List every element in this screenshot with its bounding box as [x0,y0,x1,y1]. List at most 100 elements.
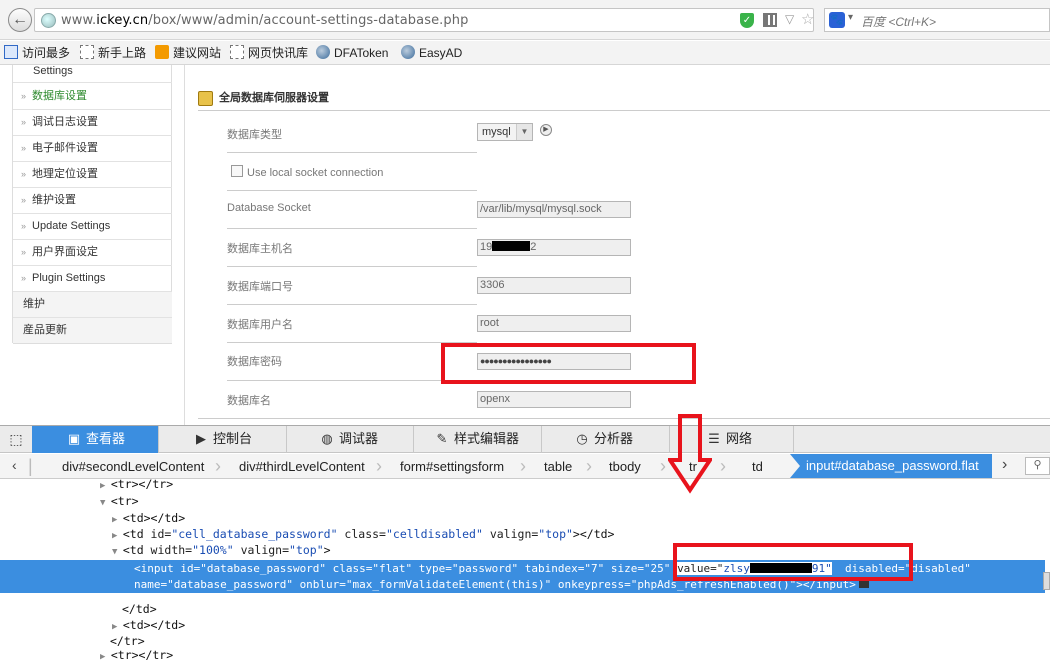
sidebar-item-email[interactable]: » 电子邮件设置 [13,136,172,162]
sidebar-icon [4,45,18,59]
bookmark-suggested-sites[interactable]: 建议网站 [155,45,221,62]
code-line[interactable]: ▼ <tr> [100,493,139,509]
globe-icon [316,45,330,59]
db-type-label: 数据库类型 [227,129,282,141]
scrollbar[interactable] [1043,572,1050,590]
sidebar-item-user-interface[interactable]: » 用户界面设定 [13,240,172,266]
sidebar-item-settings[interactable]: Settings [13,65,172,83]
code-line[interactable]: </td> [122,601,157,617]
qr-code-icon[interactable] [763,13,777,27]
sidebar-item-database[interactable]: » 数据库设置 [13,84,172,110]
db-socket-field[interactable]: /var/lib/mysql/mysql.sock [477,201,631,218]
chevron-down-icon[interactable]: ▽ [785,12,794,26]
code-text: <input id="database_password" class="fla… [134,562,671,575]
bullet-icon: » [21,195,27,205]
attr-value: "cell_database_password" [171,527,338,541]
divider [198,110,1050,111]
sidebar-item-plugin-settings[interactable]: » Plugin Settings [13,266,172,292]
breadcrumb-item[interactable]: div#secondLevelContent [62,459,204,474]
breadcrumb-item[interactable]: form#settingsform [400,459,504,474]
bookmark-label: 新手上路 [98,46,147,60]
sidebar-item-label: Plugin Settings [32,272,106,284]
tab-inspector[interactable]: ▣ 查看器 [32,426,159,453]
breadcrumb-item[interactable]: td [752,459,763,474]
attr-value: "top" [538,527,573,541]
code-line[interactable]: ▶ <td></td> [112,617,185,633]
tab-console[interactable]: ▶ 控制台 [159,426,287,453]
bullet-icon: » [21,143,27,153]
db-name-field[interactable]: openx [477,391,631,408]
url-input[interactable]: www.ickey.cn/box/www/admin/account-setti… [34,8,814,32]
code-text: ></td> [572,527,615,541]
bookmark-easyad[interactable]: EasyAD [401,45,462,62]
bookmark-web-slice-gallery[interactable]: 网页快讯库 [230,45,308,62]
chevron-right-icon[interactable]: › [1002,456,1007,474]
sidebar-item-debug-log[interactable]: » 调试日志设置 [13,110,172,136]
search-icon[interactable]: ⚲ [1025,457,1050,475]
code-line[interactable]: ▶ <td></td> [112,510,185,526]
code-text: <td [122,527,151,541]
breadcrumb-item[interactable]: div#thirdLevelContent [239,459,365,474]
breadcrumb-separator: › [376,456,382,476]
tab-style-editor[interactable]: ✎ 样式编辑器 [414,426,542,453]
attr-name: valign= [482,527,539,541]
chevron-down-icon[interactable]: ▾ [848,12,853,23]
attr-name: class= [337,527,386,541]
bookmark-dfatoken[interactable]: DFAToken [316,45,388,62]
paw-icon[interactable]: 🐾 [829,12,845,28]
console-icon: ▶ [196,431,206,446]
db-user-field[interactable]: root [477,315,631,332]
socket-checkbox[interactable] [231,165,243,177]
sidebar-item-maintenance-settings[interactable]: » 维护设置 [13,188,172,214]
help-icon[interactable]: ▶ [540,124,552,136]
row-divider [227,266,477,267]
expand-triangle-icon[interactable]: ▶ [112,622,123,632]
element-picker-icon[interactable]: ⬚ [0,426,32,453]
code-line[interactable]: ▶ <tr></tr> [100,647,173,663]
sidebar-item-update-settings[interactable]: » Update Settings [13,214,172,240]
breadcrumb-item[interactable]: tbody [609,459,641,474]
db-port-label: 数据库端口号 [227,281,293,293]
code-line[interactable]: ▼ <td width="100%" valign="top"> [112,542,331,558]
breadcrumb-separator: | [28,456,33,476]
db-type-select[interactable]: mysql ▼ [477,123,533,141]
search-input[interactable]: 🐾 ▾ 百度 <Ctrl+K> [824,8,1050,32]
bookmark-getting-started[interactable]: 新手上路 [80,45,146,62]
db-host-value-end: 2 [530,241,537,253]
tab-debugger[interactable]: ◍ 调试器 [287,426,414,453]
star-icon[interactable]: ☆ [801,10,814,28]
bookmark-most-visited[interactable]: 访问最多 [4,45,70,62]
expand-triangle-icon[interactable]: ▶ [112,515,123,525]
code-text: </tr> [110,634,145,648]
tab-label: 样式编辑器 [454,431,520,446]
expand-triangle-icon[interactable]: ▶ [100,481,111,491]
collapse-triangle-icon[interactable]: ▼ [112,547,123,557]
expand-triangle-icon[interactable]: ▶ [100,652,111,662]
tab-profiler[interactable]: ◷ 分析器 [542,426,670,453]
shield-icon[interactable]: ✓ [740,13,754,28]
sidebar-group-product-updates[interactable]: 産品更新 [13,318,172,344]
sidebar-item-label: 维护设置 [32,194,77,206]
breadcrumb-active-item[interactable]: input#database_password.flat [790,454,992,478]
db-host-value-start: 19 [480,241,493,253]
sidebar-item-geotargeting[interactable]: » 地理定位设置 [13,162,172,188]
url-text[interactable]: www.ickey.cn/box/www/admin/account-setti… [61,13,468,28]
sidebar-group-maintenance[interactable]: 维护 [13,292,172,318]
code-line[interactable]: ▶ <tr></tr> [100,476,173,492]
breadcrumb-separator: › [660,456,666,476]
sidebar-item-label: 地理定位设置 [32,168,99,180]
collapse-triangle-icon[interactable]: ▼ [100,498,111,508]
db-host-field[interactable]: 19 2 [477,239,631,256]
gear-icon [198,91,213,106]
code-line[interactable]: ▶ <td id="cell_database_password" class=… [112,526,614,542]
chevron-left-icon[interactable]: ‹ [12,457,17,473]
expand-triangle-icon[interactable]: ▶ [112,531,123,541]
bookmarks-bar: 访问最多 新手上路 建议网站 网页快讯库 DFAToken EasyAD [0,41,1050,65]
chevron-down-icon[interactable]: ▼ [516,124,532,140]
debugger-icon: ◍ [321,431,333,446]
back-arrow-icon[interactable]: ← [8,8,32,32]
db-port-field[interactable]: 3306 [477,277,631,294]
breadcrumb-item[interactable]: table [544,459,572,474]
dashed-folder-icon [230,45,244,59]
row-divider [227,190,477,191]
